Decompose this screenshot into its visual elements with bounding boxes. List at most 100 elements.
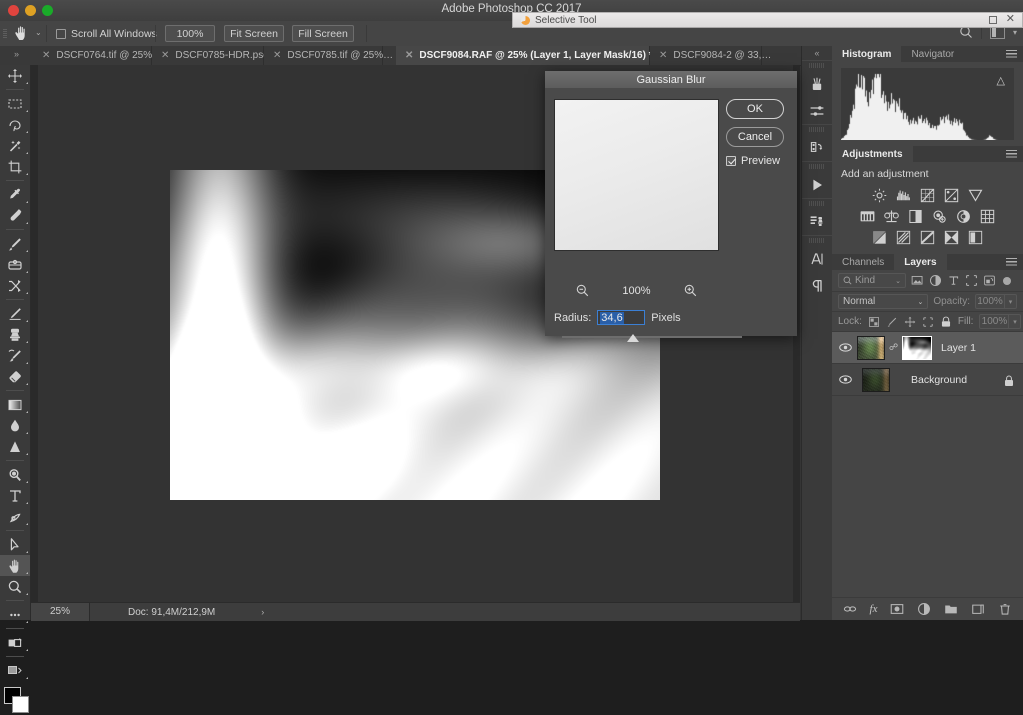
mask-link-icon[interactable]: ☍ xyxy=(889,342,898,353)
pen-tool[interactable] xyxy=(0,506,30,527)
paragraph-panel-icon[interactable] xyxy=(802,272,832,299)
rail-grip[interactable] xyxy=(809,63,825,68)
filter-type-icon[interactable] xyxy=(947,274,960,287)
filter-smart-object-icon[interactable] xyxy=(983,274,996,287)
gaussian-blur-dialog[interactable]: Gaussian Blur OK Cancel Preview 100% Rad… xyxy=(545,71,797,342)
color-balance-icon[interactable] xyxy=(884,209,899,224)
blend-mode-select[interactable]: Normal ⌄ xyxy=(838,294,929,309)
close-tab-icon[interactable]: ✕ xyxy=(273,50,281,61)
preview-checkbox[interactable]: Preview xyxy=(726,155,780,167)
lock-artboard-icon[interactable] xyxy=(922,316,934,328)
layer-name[interactable]: Background xyxy=(911,374,967,386)
layer-visibility-toggle[interactable] xyxy=(838,343,852,352)
zoom-level-field[interactable]: 25% xyxy=(31,603,90,621)
shuffle-tool[interactable] xyxy=(0,275,30,296)
link-layers-icon[interactable] xyxy=(843,602,857,616)
type-tool[interactable] xyxy=(0,485,30,506)
color-swatches[interactable] xyxy=(0,685,30,715)
tab-channels[interactable]: Channels xyxy=(832,254,895,270)
panel-menu-icon[interactable] xyxy=(1006,50,1017,58)
gradient-tool[interactable] xyxy=(0,394,30,415)
layer-thumbnail[interactable] xyxy=(862,367,890,392)
rail-grip[interactable] xyxy=(809,127,825,132)
selective-tool-window[interactable]: Selective Tool ✕ xyxy=(512,12,1023,28)
panel-menu-icon[interactable] xyxy=(1006,258,1017,266)
pencil-tool[interactable] xyxy=(0,303,30,324)
blur-tool[interactable] xyxy=(0,415,30,436)
selective-color-icon[interactable] xyxy=(944,230,959,245)
brush-settings-icon[interactable] xyxy=(802,97,832,124)
threshold-icon[interactable] xyxy=(920,230,935,245)
layer-thumbnail[interactable] xyxy=(857,335,885,360)
document-tab[interactable]: ✕ DSCF0785-HDR.psd xyxy=(152,46,269,65)
screen-mode-tool[interactable] xyxy=(0,660,30,681)
quick-selection-tool[interactable] xyxy=(0,135,30,156)
panel-menu-icon[interactable] xyxy=(1006,150,1017,158)
brightness-contrast-icon[interactable] xyxy=(872,188,887,203)
clone-stamp-tool[interactable] xyxy=(0,324,30,345)
crop-tool[interactable] xyxy=(0,156,30,177)
status-chevron[interactable]: › xyxy=(261,607,264,617)
zoom-100-button[interactable]: 100% xyxy=(165,25,215,42)
hand-tool[interactable] xyxy=(0,555,30,576)
curves-icon[interactable] xyxy=(920,188,935,203)
tab-histogram[interactable]: Histogram xyxy=(832,46,902,62)
lock-position-icon[interactable] xyxy=(904,316,916,328)
lasso-tool[interactable] xyxy=(0,114,30,135)
eraser-tool[interactable] xyxy=(0,366,30,387)
layer-row-layer-1[interactable]: ☍ Layer 1 xyxy=(832,332,1023,364)
background-color-swatch[interactable] xyxy=(12,696,29,713)
radius-slider-track[interactable] xyxy=(562,336,742,338)
layer-mask-thumbnail[interactable] xyxy=(902,335,932,360)
black-white-icon[interactable] xyxy=(908,209,923,224)
radius-input[interactable]: 34,6 xyxy=(597,310,646,325)
tab-overflow-chevron[interactable]: » xyxy=(14,49,19,59)
new-group-icon[interactable] xyxy=(944,602,958,616)
restore-icon[interactable] xyxy=(988,15,997,24)
lock-all-icon[interactable] xyxy=(940,316,952,328)
new-adjustment-layer-icon[interactable] xyxy=(917,602,931,616)
layer-kind-filter[interactable]: Kind ⌄ xyxy=(838,273,906,288)
dodge-tool[interactable] xyxy=(0,436,30,457)
filter-toggle-switch[interactable] xyxy=(1003,276,1011,285)
radius-slider-thumb[interactable] xyxy=(627,334,639,342)
color-lookup-icon[interactable] xyxy=(980,209,995,224)
spot-healing-brush-tool[interactable] xyxy=(0,205,30,226)
patch-tool[interactable] xyxy=(0,254,30,275)
filter-adjustment-icon[interactable] xyxy=(929,274,942,287)
filter-shape-icon[interactable] xyxy=(965,274,978,287)
rail-grip[interactable] xyxy=(809,238,825,243)
layer-row-background[interactable]: Background xyxy=(832,364,1023,396)
tab-adjustments[interactable]: Adjustments xyxy=(832,146,913,162)
tool-presets-icon[interactable] xyxy=(802,208,832,235)
zoom-out-icon[interactable] xyxy=(576,284,589,297)
move-tool[interactable] xyxy=(0,65,30,86)
close-icon[interactable]: ✕ xyxy=(1006,14,1015,25)
brush-tool[interactable] xyxy=(0,233,30,254)
opacity-stepper[interactable]: ▾ xyxy=(1005,294,1017,309)
brushes-panel-icon[interactable] xyxy=(802,70,832,97)
eyedropper-tool[interactable] xyxy=(0,184,30,205)
close-tab-icon[interactable]: ✕ xyxy=(659,50,667,61)
layer-visibility-toggle[interactable] xyxy=(838,375,852,384)
workspace-caret[interactable]: ▾ xyxy=(1013,28,1017,37)
photo-filter-icon[interactable] xyxy=(932,209,947,224)
rectangular-marquee-tool[interactable] xyxy=(0,93,30,114)
magnifier-small-tool[interactable] xyxy=(0,464,30,485)
hand-tool-icon[interactable] xyxy=(12,24,32,43)
gradient-map-icon[interactable] xyxy=(968,230,983,245)
hue-saturation-icon[interactable] xyxy=(860,209,875,224)
channel-mixer-icon[interactable] xyxy=(956,209,971,224)
document-tab[interactable]: ✕ DSCF0785.tif @ 25%… xyxy=(264,46,393,65)
zoom-in-icon[interactable] xyxy=(684,284,697,297)
exposure-icon[interactable] xyxy=(944,188,959,203)
filter-pixel-icon[interactable] xyxy=(911,274,924,287)
collapse-panels-chevron[interactable]: « xyxy=(802,46,832,60)
invert-icon[interactable] xyxy=(872,230,887,245)
layer-style-fx-icon[interactable]: fx xyxy=(870,603,878,615)
fit-screen-button[interactable]: Fit Screen xyxy=(224,25,284,42)
actions-panel-icon[interactable] xyxy=(802,171,832,198)
tool-preset-caret[interactable]: ⌄ xyxy=(35,28,42,37)
posterize-icon[interactable] xyxy=(896,230,911,245)
checkbox-box[interactable] xyxy=(56,29,66,39)
